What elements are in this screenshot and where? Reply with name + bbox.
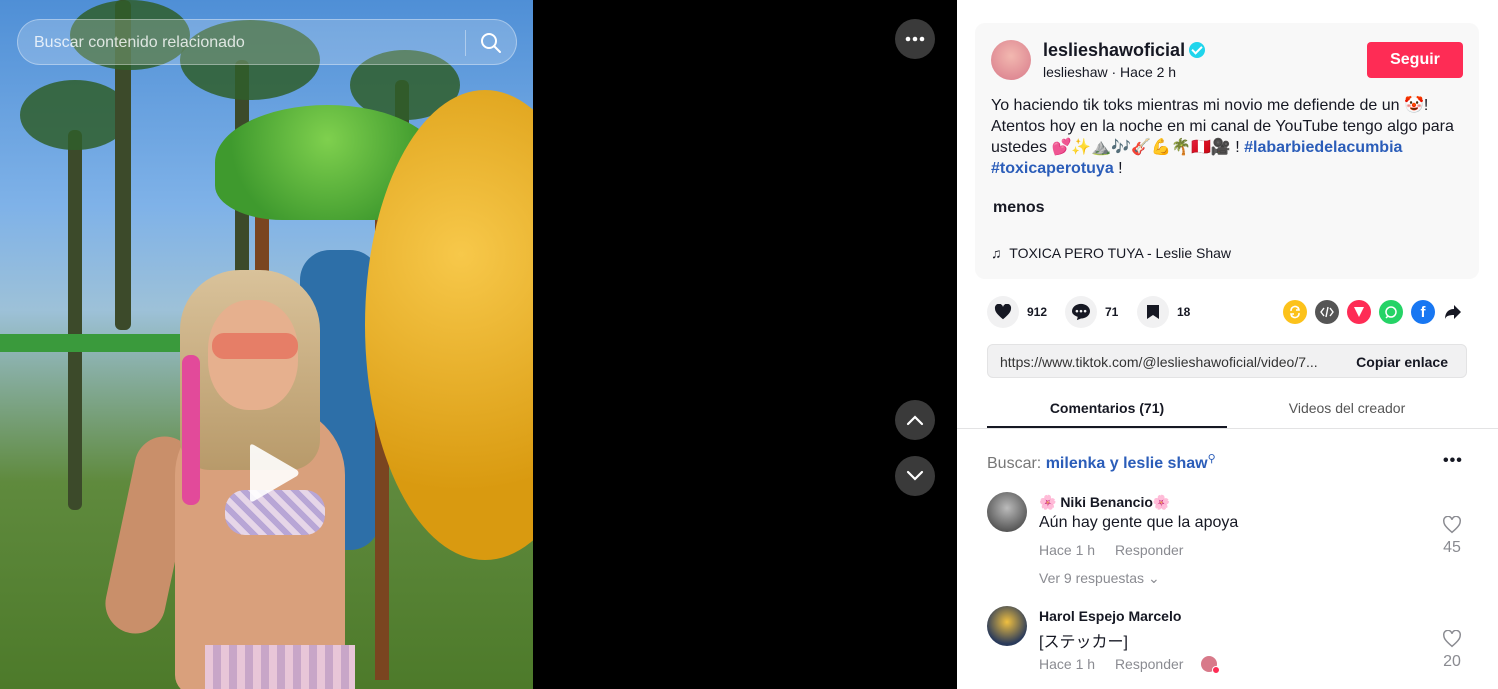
action-bar: 912 71 18 f [987, 296, 1467, 328]
comment-text: Aún hay gente que la apoya [1039, 514, 1239, 531]
search-icon[interactable] [480, 32, 502, 54]
embed-icon[interactable] [1315, 300, 1339, 324]
related-search-query[interactable]: milenka y leslie shaw [1046, 455, 1208, 472]
comment-meta: Hace 1 h Responder [1039, 542, 1183, 558]
video-frame[interactable]: Buscar contenido relacionado [0, 0, 533, 689]
comment-like[interactable]: 20 [1437, 629, 1467, 671]
facebook-icon[interactable]: f [1411, 300, 1435, 324]
commenter-name[interactable]: Harol Espejo Marcelo [1039, 608, 1181, 624]
hashtag-link[interactable]: #toxicaperotuya [991, 160, 1114, 177]
author-username[interactable]: leslieshawoficial [1043, 40, 1206, 61]
comment-count: 71 [1105, 305, 1119, 319]
like-count: 912 [1027, 305, 1048, 319]
search-small-icon: ⚲ [1207, 453, 1216, 465]
comment-action[interactable]: 71 [1065, 296, 1118, 328]
commenter-avatar[interactable] [987, 492, 1027, 532]
person-sunglasses [212, 333, 298, 359]
search-divider [465, 30, 466, 56]
comment-item: Harol Espejo Marcelo [ステッカー] Hace 1 h Re… [987, 606, 1467, 686]
comment-meta: Hace 1 h Responder [1039, 656, 1221, 674]
verified-icon [1189, 42, 1206, 58]
tab-comments[interactable]: Comentarios (71) [987, 390, 1227, 428]
related-search[interactable]: Buscar: milenka y leslie shaw⚲ [987, 452, 1216, 473]
comment-like[interactable]: 45 [1437, 515, 1467, 557]
panel-tabs: Comentarios (71) Videos del creador [987, 390, 1467, 428]
video-player-area: Buscar contenido relacionado [0, 0, 957, 689]
save-action[interactable]: 18 [1137, 296, 1190, 328]
music-note-icon: ♫ [991, 245, 1002, 261]
heart-icon[interactable] [987, 296, 1019, 328]
chevron-down-icon [906, 470, 924, 481]
copy-link-button[interactable]: Copiar enlace [1356, 354, 1448, 370]
reply-button[interactable]: Responder [1115, 656, 1184, 672]
comments-more-icon[interactable]: ••• [1443, 452, 1463, 470]
chevron-down-icon: ⌄ [1147, 570, 1160, 586]
view-replies-button[interactable]: Ver 9 respuestas ⌄ [1039, 570, 1160, 587]
author-avatar[interactable] [991, 40, 1031, 80]
heart-outline-icon [1443, 629, 1461, 648]
comment-icon[interactable] [1065, 296, 1097, 328]
next-video-button[interactable] [895, 456, 935, 496]
play-icon[interactable] [245, 443, 300, 503]
search-placeholder: Buscar contenido relacionado [34, 34, 245, 51]
related-content-search[interactable]: Buscar contenido relacionado [17, 19, 517, 65]
more-dots-icon [905, 36, 925, 42]
comment-item: 🌸 Niki Benancio🌸 Aún hay gente que la ap… [987, 492, 1467, 592]
caption-end: ! [1113, 160, 1123, 177]
post-time: Hace 2 h [1120, 64, 1177, 80]
author-subline: leslieshaw · Hace 2 h [1043, 64, 1177, 80]
share-arrow-icon[interactable] [1441, 300, 1465, 324]
comment-time: Hace 1 h [1039, 656, 1096, 672]
person-skirt [205, 645, 355, 689]
whatsapp-icon[interactable] [1379, 300, 1403, 324]
video-url[interactable]: https://www.tiktok.com/@leslieshawoficia… [1000, 354, 1340, 370]
comment-time: Hace 1 h [1039, 542, 1096, 558]
video-caption: Yo haciendo tik toks mientras mi novio m… [991, 95, 1461, 179]
like-action[interactable]: 912 [987, 296, 1047, 328]
heart-outline-icon [1443, 515, 1461, 534]
repost-icon[interactable] [1283, 300, 1307, 324]
send-icon[interactable] [1347, 300, 1371, 324]
creator-liked-avatar [1201, 656, 1221, 674]
music-link[interactable]: ♫ TOXICA PERO TUYA - Leslie Shaw [991, 245, 1231, 261]
commenter-avatar[interactable] [987, 606, 1027, 646]
view-replies-label: Ver 9 respuestas [1039, 570, 1145, 586]
music-title: TOXICA PERO TUYA - Leslie Shaw [1009, 245, 1232, 261]
tabs-divider [957, 428, 1498, 429]
chevron-up-icon [906, 415, 924, 426]
show-less-button[interactable]: menos [993, 199, 1045, 217]
comment-like-count: 20 [1443, 653, 1461, 670]
tiktok-video-page: Buscar contenido relacionado leslieshawo… [0, 0, 1498, 689]
palm-trunk [68, 130, 82, 510]
description-card: leslieshawoficial leslieshaw · Hace 2 h … [975, 23, 1479, 279]
previous-video-button[interactable] [895, 400, 935, 440]
person-hair-pink [182, 355, 200, 505]
bookmark-icon[interactable] [1137, 296, 1169, 328]
reply-button[interactable]: Responder [1115, 542, 1184, 558]
author-handle[interactable]: leslieshaw [1043, 64, 1108, 80]
more-options-button[interactable] [895, 19, 935, 59]
video-link-box: https://www.tiktok.com/@leslieshawoficia… [987, 344, 1467, 378]
save-count: 18 [1177, 305, 1191, 319]
comment-text: [ステッカー] [1039, 634, 1128, 651]
palm-leaves [20, 80, 130, 150]
hashtag-link[interactable]: #labarbiedelacumbia [1244, 139, 1402, 156]
commenter-name[interactable]: 🌸 Niki Benancio🌸 [1039, 494, 1170, 511]
details-panel: leslieshawoficial leslieshaw · Hace 2 h … [957, 0, 1498, 689]
tab-creator-videos[interactable]: Videos del creador [1227, 390, 1467, 428]
comment-like-count: 45 [1443, 539, 1461, 556]
related-search-prefix: Buscar: [987, 455, 1042, 472]
follow-button[interactable]: Seguir [1367, 42, 1463, 78]
